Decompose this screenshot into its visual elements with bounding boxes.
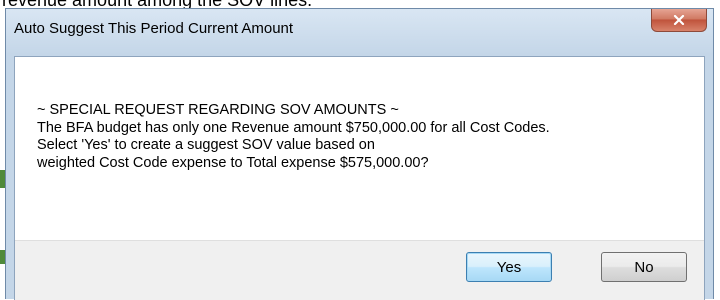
message-line: weighted Cost Code expense to Total expe… xyxy=(37,154,429,171)
message-line: ~ SPECIAL REQUEST REGARDING SOV AMOUNTS … xyxy=(37,102,399,118)
close-x-icon xyxy=(673,15,685,25)
close-button[interactable] xyxy=(651,9,707,32)
message-line: Select 'Yes' to create a suggest SOV val… xyxy=(37,137,375,153)
dialog-title-bar[interactable]: Auto Suggest This Period Current Amount xyxy=(6,9,713,55)
dialog-body: ~ SPECIAL REQUEST REGARDING SOV AMOUNTS … xyxy=(14,56,705,300)
message-line: The BFA budget has only one Revenue amou… xyxy=(37,119,550,136)
dialog-title: Auto Suggest This Period Current Amount xyxy=(14,20,294,37)
dialog-message: ~ SPECIAL REQUEST REGARDING SOV AMOUNTS … xyxy=(37,102,550,172)
dialog-button-bar: Yes No xyxy=(15,240,704,300)
yes-button[interactable]: Yes xyxy=(466,252,552,282)
message-dialog: Auto Suggest This Period Current Amount … xyxy=(5,8,714,300)
no-button[interactable]: No xyxy=(601,252,687,282)
